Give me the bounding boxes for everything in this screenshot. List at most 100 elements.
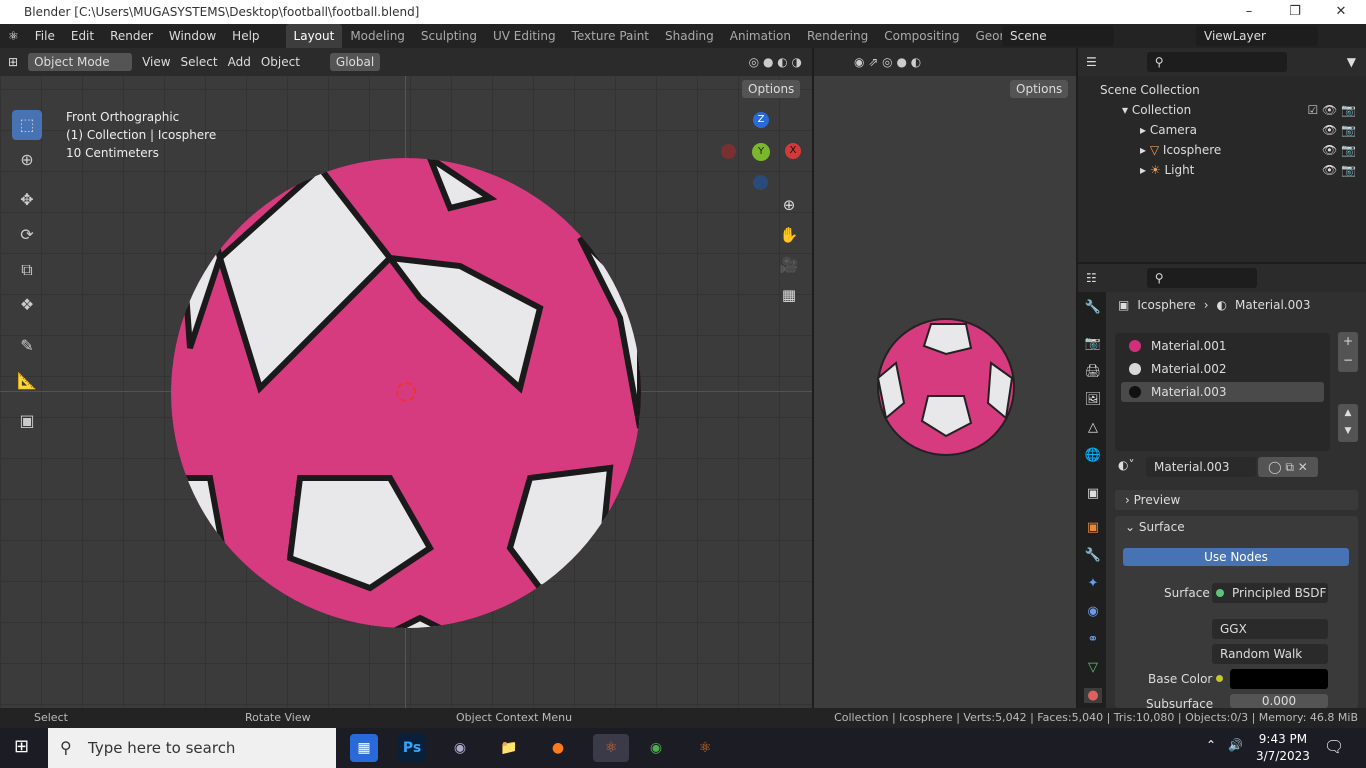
firefox-icon[interactable]: ● [544,734,572,762]
tab-shading[interactable]: Shading [657,29,722,43]
measure-tool[interactable]: 📐 [12,366,42,396]
surface-shader-field[interactable]: Principled BSDF [1212,583,1328,603]
tab-animation[interactable]: Animation [722,29,799,43]
orientation-dropdown[interactable]: Global [329,53,381,71]
scene-tab-icon[interactable]: △ [1084,420,1102,435]
editor-type-icon[interactable]: ⊞ [8,55,18,69]
preview-panel-header[interactable]: › Preview [1115,490,1358,510]
clock-date[interactable]: 3/7/2023 [1256,748,1310,765]
outliner-type-icon[interactable]: ☰ [1086,55,1097,69]
gizmo-neg-x[interactable] [721,144,736,159]
render-tab-icon[interactable]: 📷 [1084,336,1102,351]
menu-view[interactable]: View [142,55,170,69]
gizmo-neg-z[interactable] [753,175,768,190]
add-cube-tool[interactable]: ▣ [12,406,42,436]
material-slot[interactable]: Material.002 [1121,359,1324,379]
shading-buttons[interactable]: ◎ ● ◐ ◑ [749,55,802,69]
use-nodes-button[interactable]: Use Nodes [1123,548,1349,566]
modifier-tab-icon[interactable]: 🔧 [1084,548,1102,563]
menu-add[interactable]: Add [228,55,251,69]
menu-help[interactable]: Help [224,29,267,43]
blender-active-icon[interactable]: ⚛ [593,734,629,762]
properties-search-input[interactable]: ⚲ [1146,268,1257,288]
maximize-button[interactable]: ❐ [1272,0,1318,24]
photoshop-icon[interactable]: Ps [398,734,426,762]
collection-tab-icon[interactable]: ▣ [1084,486,1102,501]
tab-compositing[interactable]: Compositing [876,29,967,43]
cursor-tool[interactable]: ⊕ [12,145,42,175]
outliner-item-light[interactable]: ▸ ☀ Light 👁 📷 [1100,160,1366,180]
annotate-tool[interactable]: ✎ [12,331,42,361]
minimize-button[interactable]: – [1226,0,1272,24]
distribution-dropdown[interactable]: GGX [1212,619,1328,639]
ortho-grid-icon[interactable]: ▦ [776,282,802,308]
particles-tab-icon[interactable]: ✦ [1084,576,1102,591]
subsurface-method-dropdown[interactable]: Random Walk [1212,644,1328,664]
tab-uv-editing[interactable]: UV Editing [485,29,564,43]
3d-cursor[interactable] [396,382,416,402]
add-remove-slot-buttons[interactable]: + − [1338,332,1358,372]
visibility-icons[interactable]: 👁 📷 [1322,140,1356,160]
collection-row[interactable]: ▾ Collection ☑ 👁 📷 [1100,100,1366,120]
tab-modeling[interactable]: Modeling [342,29,413,43]
material-browse-icon[interactable]: ◐˅ [1118,458,1134,472]
close-button[interactable]: ✕ [1318,0,1364,24]
calculator-icon[interactable]: ▦ [350,734,378,762]
visibility-icons[interactable]: 👁 📷 [1322,120,1356,140]
scale-tool[interactable]: ⧉ [12,255,42,285]
material-slot[interactable]: Material.003 [1121,382,1324,402]
tab-texture-paint[interactable]: Texture Paint [564,29,657,43]
outliner-item-icosphere[interactable]: ▸ ▽ Icosphere 👁 📷 [1100,140,1366,160]
view-layer-tab-icon[interactable]: 🖼 [1084,392,1102,407]
transform-tool[interactable]: ❖ [12,290,42,320]
surface-panel-header[interactable]: ⌄ Surface [1115,516,1358,538]
menu-window[interactable]: Window [161,29,224,43]
select-box-tool[interactable]: ⬚ [12,110,42,140]
filter-icon[interactable]: ▼ [1347,55,1356,69]
blender-icon[interactable]: ⚛ [691,734,719,762]
file-explorer-icon[interactable]: 📁 [495,734,523,762]
move-slot-buttons[interactable]: ▲ ▼ [1338,404,1358,442]
gizmo-y[interactable]: Y [752,143,770,161]
menu-select[interactable]: Select [181,55,218,69]
menu-file[interactable]: File [27,29,63,43]
3d-viewport[interactable]: ⊞ Object Mode View Select Add Object Glo… [0,48,812,708]
clock-time[interactable]: 9:43 PM [1256,731,1310,748]
tab-layout[interactable]: Layout [285,24,343,48]
output-tab-icon[interactable]: 🖨 [1084,364,1102,379]
material-tab-icon[interactable]: ● [1084,688,1102,703]
data-tab-icon[interactable]: ▽ [1084,660,1102,675]
visibility-icons[interactable]: ☑ 👁 📷 [1307,100,1356,120]
menu-object[interactable]: Object [261,55,300,69]
mode-dropdown[interactable]: Object Mode [28,53,133,71]
tab-rendering[interactable]: Rendering [799,29,876,43]
gizmo-x[interactable]: X [785,143,801,159]
options-button-2[interactable]: Options [1010,80,1069,98]
chrome-icon[interactable]: ◉ [642,734,670,762]
subsurface-value-field[interactable]: 0.000 [1230,694,1328,708]
physics-tab-icon[interactable]: ◉ [1084,604,1102,619]
material-name-field[interactable]: Material.003 [1146,457,1256,477]
taskbar-search-box[interactable]: Type here to search [48,728,336,768]
pan-hand-icon[interactable]: ✋ [776,222,802,248]
tool-tab-icon[interactable]: 🔧 [1084,300,1102,315]
windows-start-icon[interactable]: ⊞ [14,736,29,757]
scene-selector[interactable]: Scene [1002,26,1114,46]
properties-type-icon[interactable]: ☷ [1086,271,1097,285]
base-color-swatch[interactable] [1230,669,1328,689]
visibility-icons[interactable]: 👁 📷 [1322,160,1356,180]
menu-edit[interactable]: Edit [63,29,102,43]
camera-view-icon[interactable]: 🎥 [776,252,802,278]
blender-logo-icon[interactable]: ⚛ [0,29,27,43]
outliner-item-camera[interactable]: ▸ Camera 👁 📷 [1100,120,1366,140]
world-tab-icon[interactable]: 🌐 [1084,448,1102,463]
options-button[interactable]: Options [742,80,801,98]
volume-icon[interactable]: 🔊 [1228,738,1243,752]
menu-render[interactable]: Render [102,29,161,43]
scene-collection-row[interactable]: Scene Collection [1100,80,1366,100]
outliner-search-input[interactable]: ⚲ [1146,52,1287,72]
view-layer-selector[interactable]: ViewLayer [1196,26,1318,46]
zoom-icon[interactable]: ⊕ [776,192,802,218]
app-icon[interactable]: ◉ [446,734,474,762]
notifications-icon[interactable]: 🗨 [1324,737,1344,756]
